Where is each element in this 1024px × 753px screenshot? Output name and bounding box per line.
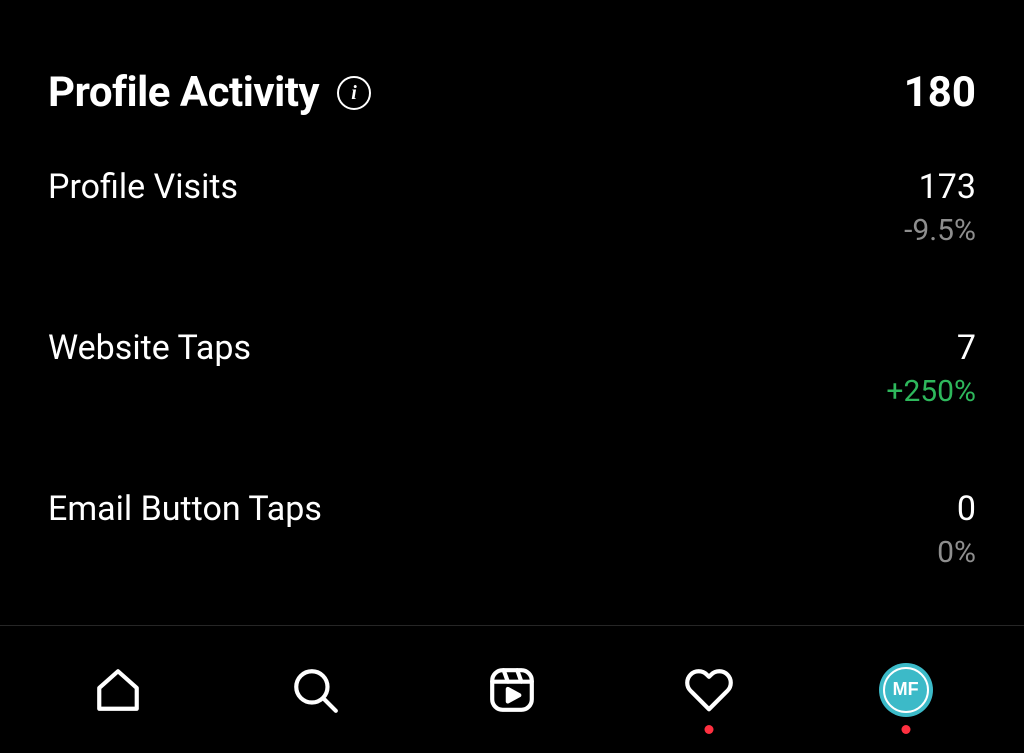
reels-button[interactable]: [482, 660, 542, 720]
search-icon: [290, 665, 340, 715]
metric-label: Website Taps: [48, 328, 251, 368]
metric-website-taps: Website Taps 7 +250%: [48, 328, 976, 489]
avatar: MF: [879, 663, 933, 717]
metric-label: Email Button Taps: [48, 489, 322, 529]
metric-value: 173: [904, 167, 976, 207]
home-icon: [93, 665, 143, 715]
metric-value: 0: [937, 489, 976, 529]
metric-value: 7: [886, 328, 976, 368]
avatar-initials: MF: [893, 679, 919, 700]
metric-delta: +250%: [886, 374, 976, 409]
search-button[interactable]: [285, 660, 345, 720]
bottom-nav: MF: [0, 625, 1024, 753]
activity-button[interactable]: [679, 660, 739, 720]
total-count: 180: [904, 68, 976, 117]
profile-button[interactable]: MF: [876, 660, 936, 720]
metric-profile-visits: Profile Visits 173 -9.5%: [48, 167, 976, 328]
notification-dot: [704, 725, 713, 734]
home-button[interactable]: [88, 660, 148, 720]
reels-icon: [487, 665, 537, 715]
metric-delta: 0%: [937, 535, 976, 570]
profile-activity-header: Profile Activity i 180: [48, 0, 976, 167]
notification-dot: [901, 725, 910, 734]
page-title: Profile Activity: [48, 68, 319, 117]
info-icon[interactable]: i: [337, 76, 371, 110]
metric-delta: -9.5%: [904, 213, 976, 248]
metric-label: Profile Visits: [48, 167, 238, 207]
heart-icon: [684, 665, 734, 715]
